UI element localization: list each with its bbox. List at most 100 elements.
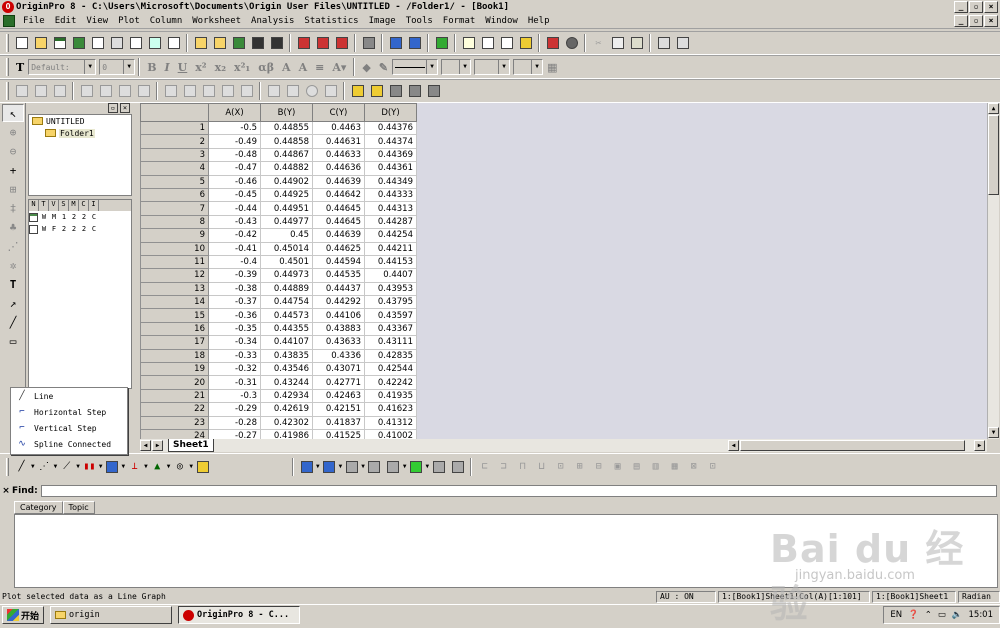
table-cell[interactable]: -0.46 [208,174,261,189]
table-cell[interactable]: 0.42463 [312,388,365,404]
table-cell[interactable]: -0.5 [208,120,261,136]
align-left-icon[interactable]: ⊏ [476,458,493,475]
find-tab-category[interactable]: Category [14,501,63,514]
corner-cell[interactable] [140,103,209,122]
table-cell[interactable]: 0.41986 [260,428,313,439]
table-cell[interactable]: 0.43883 [312,321,365,337]
table-cell[interactable]: 0.44313 [364,201,417,216]
child-restore-button[interactable]: ▫ [969,15,983,27]
open-excel-icon[interactable] [230,35,247,52]
new-notes-icon[interactable] [165,35,182,52]
scroll-right-icon[interactable]: ▶ [974,440,985,451]
popup-item-vertical-step[interactable]: ⌐ Vertical Step [11,420,127,436]
row-header[interactable]: 2 [140,134,209,149]
row-header[interactable]: 9 [140,228,209,243]
table-cell[interactable]: 0.43953 [364,281,417,297]
forward-icon[interactable]: ▥ [647,458,664,475]
table-cell[interactable]: -0.35 [208,321,261,337]
table-cell[interactable]: 0.44254 [364,228,417,243]
table-cell[interactable]: 0.44107 [260,335,313,350]
column-header[interactable]: C(Y) [312,103,365,122]
table-cell[interactable]: -0.45 [208,187,261,203]
row-header[interactable]: 11 [140,254,209,270]
add-layer-icon[interactable] [655,35,672,52]
tab-right-icon[interactable]: ▶ [152,440,163,451]
project-explorer-icon[interactable] [460,35,477,52]
table-cell[interactable]: 0.44292 [312,295,365,310]
child-close-button[interactable]: × [984,15,998,27]
results-log-icon[interactable] [479,35,496,52]
group-icon[interactable]: ⊞ [571,458,588,475]
table-cell[interactable]: 0.41312 [364,415,417,430]
menu-file[interactable]: File [18,16,50,26]
pe-close-icon[interactable]: × [120,103,130,113]
save-project-icon[interactable] [249,35,266,52]
area-plot-icon[interactable]: ▲ [149,458,166,475]
table-cell[interactable]: -0.39 [208,268,261,283]
menu-edit[interactable]: Edit [50,16,82,26]
bold-icon[interactable]: B [143,61,160,74]
print-icon[interactable] [360,35,377,52]
tool-yellow2-icon[interactable] [368,83,385,100]
table-cell[interactable]: 0.43597 [364,308,417,323]
paste-icon[interactable] [628,35,645,52]
table-cell[interactable]: 0.42151 [312,402,365,417]
cut-icon[interactable]: ✂ [590,35,607,52]
tool-gray3-icon[interactable] [425,83,442,100]
task-originpro[interactable]: OriginPro 8 - C... [178,606,301,624]
pe-pin-icon[interactable]: ▫ [108,103,118,113]
align-icon[interactable]: ≡ [311,61,328,74]
same-width-icon[interactable]: ⊠ [685,458,702,475]
tab-left-icon[interactable]: ◀ [140,440,151,451]
menu-help[interactable]: Help [523,16,555,26]
contour-icon[interactable] [343,458,360,475]
column-header[interactable]: A(X) [208,103,261,122]
table-cell[interactable]: 0.4407 [364,268,417,283]
axis4-icon[interactable] [219,83,236,100]
line-symbol-plot-icon[interactable]: ⟋ [58,458,75,475]
sheet-tab[interactable]: Sheet1 [168,439,214,452]
template-library-icon[interactable] [194,458,211,475]
rescale-icon[interactable] [78,83,95,100]
increase-font-icon[interactable]: A [278,61,295,74]
table-cell[interactable]: 0.43244 [260,375,313,390]
table-cell[interactable]: -0.31 [208,375,261,390]
copy-icon[interactable] [609,35,626,52]
table-cell[interactable]: 0.44349 [364,174,417,189]
table-cell[interactable]: 0.44858 [260,134,313,149]
menu-tools[interactable]: Tools [401,16,438,26]
table-cell[interactable]: 0.44639 [312,228,365,243]
row-header[interactable]: 3 [140,147,209,163]
table-cell[interactable]: 0.44639 [312,174,365,189]
table-cell[interactable]: 0.44889 [260,281,313,297]
align-bottom-icon[interactable]: ⊔ [533,458,550,475]
line-color-icon[interactable]: ✎ [375,61,392,74]
table-cell[interactable]: 0.44645 [312,214,365,230]
row-header[interactable]: 15 [140,308,209,323]
table-cell[interactable]: -0.47 [208,161,261,176]
table-cell[interactable]: 0.42619 [260,402,313,417]
workbook-icon[interactable] [3,15,15,27]
row-header[interactable]: 5 [140,174,209,189]
row-header[interactable]: 12 [140,268,209,283]
open-icon[interactable] [192,35,209,52]
table-cell[interactable]: -0.44 [208,201,261,216]
find-tab-topic[interactable]: Topic [62,501,95,514]
table-cell[interactable]: 0.42302 [260,415,313,430]
zoom-in-tool-icon[interactable]: ⊕ [2,123,24,141]
row-header[interactable]: 14 [140,295,209,310]
table-cell[interactable]: -0.36 [208,308,261,323]
line-plot-icon[interactable]: ╱ [13,458,30,475]
table-cell[interactable]: 0.44855 [260,120,313,136]
row-header[interactable]: 7 [140,201,209,216]
same-height-icon[interactable]: ⊡ [704,458,721,475]
line-tool-icon[interactable]: ╱ [2,313,24,331]
draw-data-icon[interactable]: ♣ [2,218,24,236]
new-folder-icon[interactable] [32,35,49,52]
zoom-in-icon[interactable] [13,83,30,100]
table-cell[interactable]: 0.43071 [312,362,365,377]
table-cell[interactable]: 0.43795 [364,295,417,310]
scroll-left-icon[interactable]: ◀ [728,440,739,451]
table-icon[interactable] [322,83,339,100]
table-cell[interactable]: -0.42 [208,228,261,243]
